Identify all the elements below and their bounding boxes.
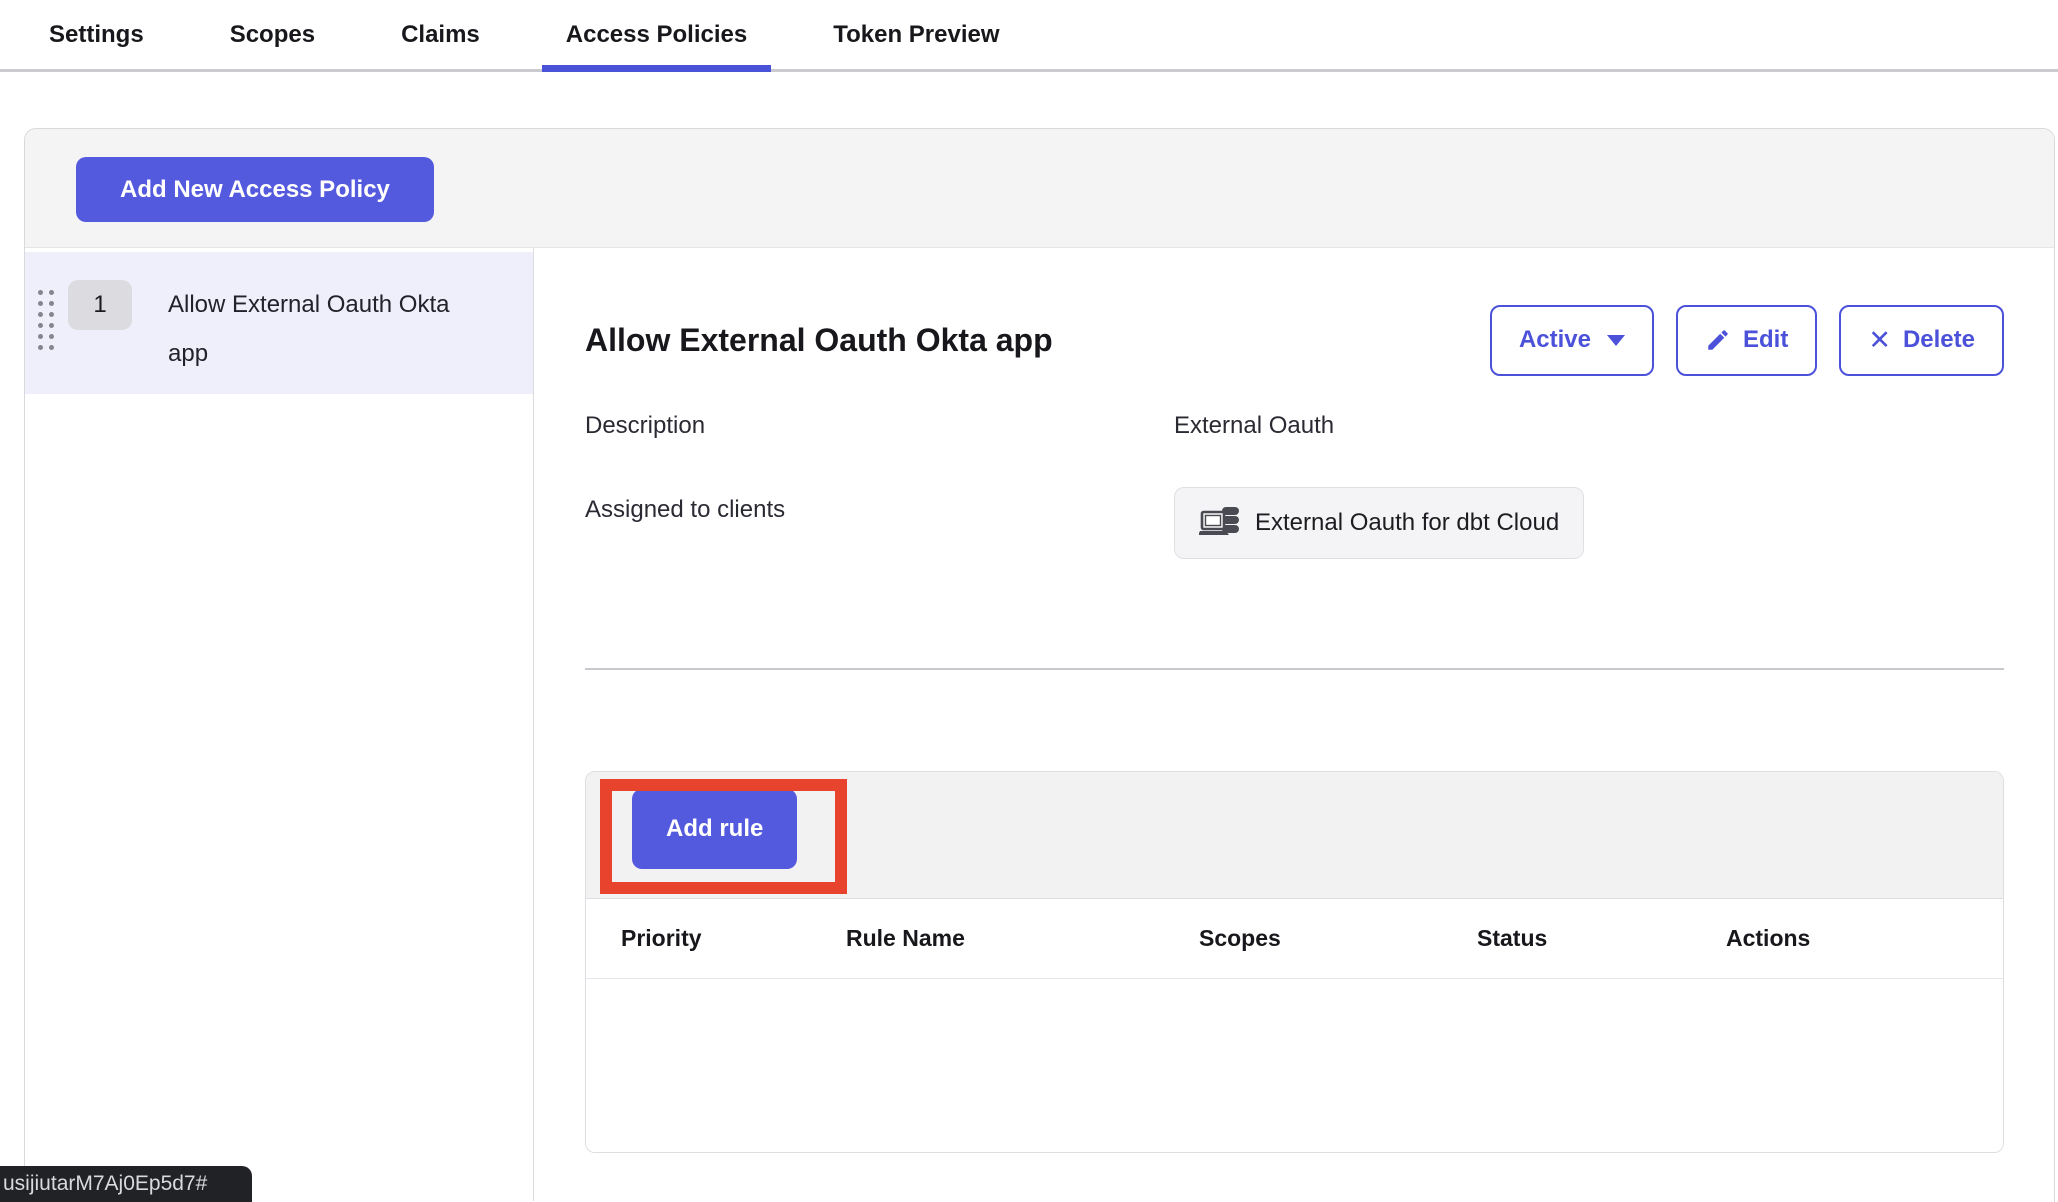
edit-button[interactable]: Edit <box>1676 305 1817 376</box>
access-policies-panel: Add New Access Policy 1 Allow External O… <box>24 128 2055 1202</box>
policy-detail-pane: Allow External Oauth Okta app Active Edi… <box>534 248 2054 1201</box>
close-x-icon: ✕ <box>1868 327 1891 354</box>
section-divider <box>585 668 2004 670</box>
add-new-access-policy-button[interactable]: Add New Access Policy <box>76 157 434 222</box>
column-header-actions: Actions <box>1726 925 2003 952</box>
add-rule-button[interactable]: Add rule <box>632 789 797 869</box>
client-chip: External Oauth for dbt Cloud <box>1174 487 1584 559</box>
panel-body: 1 Allow External Oauth Okta app Allow Ex… <box>25 248 2054 1201</box>
delete-button[interactable]: ✕ Delete <box>1839 305 2004 376</box>
column-header-scopes: Scopes <box>1199 925 1477 952</box>
client-chip-label: External Oauth for dbt Cloud <box>1255 509 1559 537</box>
rules-table-body-empty <box>586 979 2003 1152</box>
policy-order-badge: 1 <box>68 280 132 330</box>
status-dropdown-button[interactable]: Active <box>1490 305 1654 376</box>
column-header-status: Status <box>1477 925 1726 952</box>
description-value: External Oauth <box>1174 412 1334 440</box>
tab-access-policies-label: Access Policies <box>566 21 747 49</box>
tab-scopes[interactable]: Scopes <box>206 0 339 69</box>
tab-settings-label: Settings <box>49 21 144 49</box>
rules-toolbar: Add rule <box>586 772 2003 899</box>
assigned-clients-label: Assigned to clients <box>585 496 1174 524</box>
tab-access-policies[interactable]: Access Policies <box>542 0 771 69</box>
policy-list-sidebar: 1 Allow External Oauth Okta app <box>25 248 534 1201</box>
delete-button-label: Delete <box>1903 326 1975 354</box>
policy-list-item[interactable]: 1 Allow External Oauth Okta app <box>25 252 533 394</box>
rules-card: Add rule Priority Rule Name Scopes Statu… <box>585 771 2004 1153</box>
description-label: Description <box>585 412 1174 440</box>
panel-header: Add New Access Policy <box>25 129 2054 248</box>
tab-bar: Settings Scopes Claims Access Policies T… <box>0 0 2058 72</box>
url-preview-tooltip: usijiutarM7Aj0Ep5d7# <box>0 1166 252 1202</box>
tab-settings[interactable]: Settings <box>25 0 168 69</box>
column-header-priority: Priority <box>586 925 846 952</box>
drag-handle-icon[interactable] <box>38 290 54 350</box>
policy-title: Allow External Oauth Okta app <box>585 322 1053 359</box>
policy-name-label: Allow External Oauth Okta app <box>168 280 458 378</box>
column-header-rule-name: Rule Name <box>846 925 1199 952</box>
edit-button-label: Edit <box>1743 326 1788 354</box>
status-dropdown-label: Active <box>1519 326 1591 354</box>
tab-scopes-label: Scopes <box>230 21 315 49</box>
chevron-down-icon <box>1607 335 1625 346</box>
tab-claims-label: Claims <box>401 21 480 49</box>
tab-token-preview-label: Token Preview <box>833 21 999 49</box>
active-tab-underline <box>542 65 771 72</box>
assigned-clients-row: Assigned to clients External Oauth for d… <box>585 496 2004 559</box>
description-row: Description External Oauth <box>585 412 2004 440</box>
policy-detail-header: Allow External Oauth Okta app Active Edi… <box>585 300 2004 380</box>
policy-action-buttons: Active Edit ✕ Delete <box>1490 305 2004 376</box>
laptop-database-icon <box>1199 505 1241 541</box>
pencil-icon <box>1705 327 1731 353</box>
tab-claims[interactable]: Claims <box>377 0 504 69</box>
rules-table-header: Priority Rule Name Scopes Status Actions <box>586 899 2003 979</box>
tab-token-preview[interactable]: Token Preview <box>809 0 1023 69</box>
